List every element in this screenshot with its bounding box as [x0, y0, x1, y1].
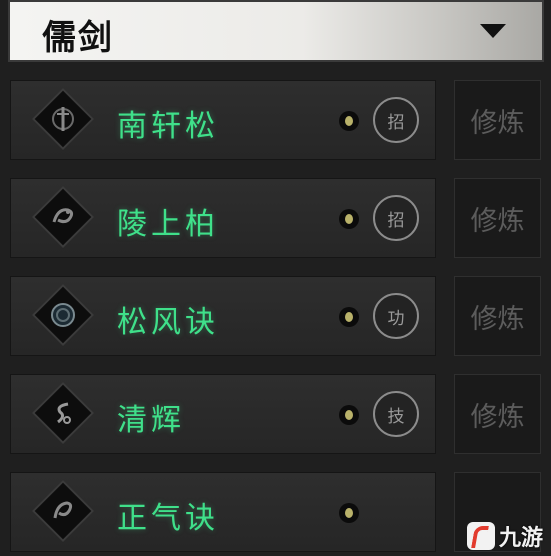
dropdown-arrow-icon[interactable]	[480, 24, 506, 38]
skill-row: 南轩松 招 修炼	[10, 80, 541, 160]
skill-name: 南轩松	[117, 109, 219, 144]
skill-card[interactable]: 陵上柏 招	[10, 178, 436, 258]
practice-button[interactable]: 修炼	[454, 80, 541, 160]
skill-name: 正气诀	[117, 501, 219, 536]
dragon-emblem-icon	[45, 493, 81, 529]
skill-type-badge: 功	[373, 293, 419, 339]
swirl-emblem-icon	[45, 395, 81, 431]
jiuyou-logo-icon	[466, 522, 495, 550]
skill-row: 清辉 技 修炼	[10, 374, 541, 454]
practice-button[interactable]: 修炼	[454, 178, 541, 258]
cost-dot-icon	[339, 307, 359, 327]
skill-type-badge: 招	[373, 97, 419, 143]
practice-button[interactable]: 修炼	[454, 276, 541, 356]
cost-dot-icon	[339, 111, 359, 131]
skill-row: 松风诀 功 修炼	[10, 276, 541, 356]
school-title: 儒剑	[42, 18, 114, 58]
skill-row: 陵上柏 招 修炼	[10, 178, 541, 258]
skill-card[interactable]: 清辉 技	[10, 374, 436, 454]
skill-card[interactable]: 南轩松 招	[10, 80, 436, 160]
practice-button[interactable]: 修炼	[454, 374, 541, 454]
skill-name: 松风诀	[117, 305, 219, 340]
skill-name: 陵上柏	[117, 207, 219, 242]
skill-type-badge: 技	[373, 391, 419, 437]
cost-dot-icon	[339, 405, 359, 425]
skill-card[interactable]: 正气诀	[10, 472, 436, 552]
orb-emblem-icon	[45, 297, 81, 333]
dragon-emblem-icon	[45, 199, 81, 235]
cost-dot-icon	[339, 209, 359, 229]
sword-emblem-icon	[45, 101, 81, 137]
skill-type-badge: 招	[373, 195, 419, 241]
cost-dot-icon	[339, 503, 359, 523]
watermark: 九游	[466, 520, 543, 552]
skill-name: 清辉	[117, 403, 185, 438]
skill-row: 正气诀	[10, 472, 541, 552]
skill-card[interactable]: 松风诀 功	[10, 276, 436, 356]
school-selector[interactable]: 儒剑	[8, 0, 544, 62]
watermark-text: 九游	[498, 526, 543, 551]
